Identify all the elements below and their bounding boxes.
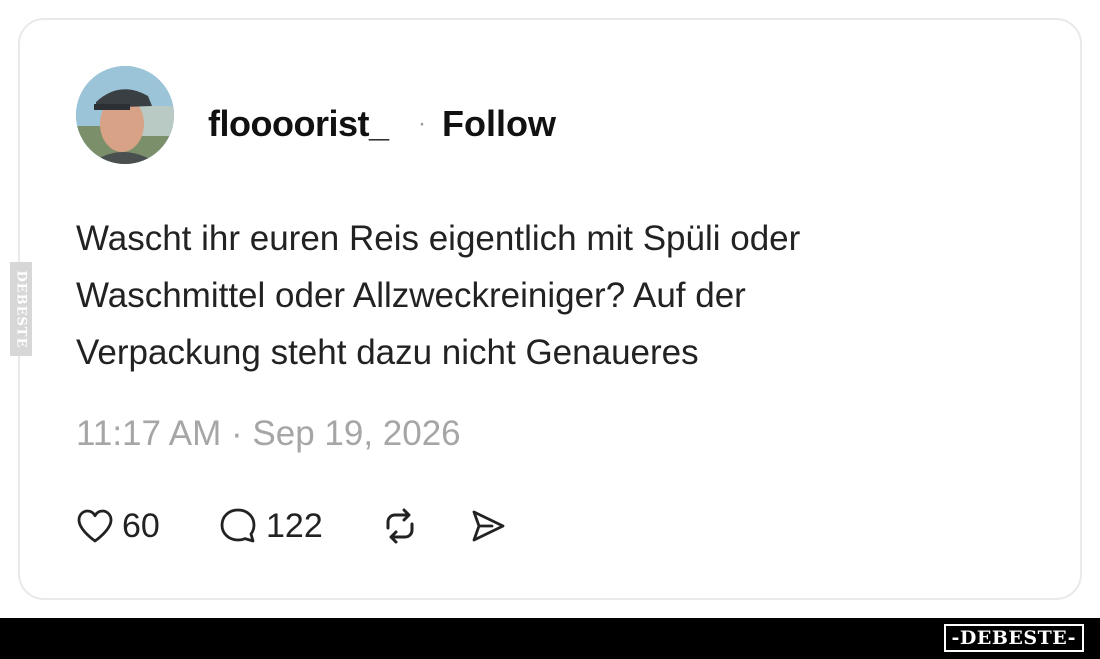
side-watermark: DEBESTE <box>10 262 32 356</box>
repost-button[interactable] <box>380 502 420 550</box>
post-text-line: Wascht ihr euren Reis eigentlich mit Spü… <box>76 219 801 258</box>
post-text: Wascht ihr euren Reis eigentlich mit Spü… <box>76 210 1036 381</box>
avatar-photo <box>76 66 174 164</box>
username[interactable]: floooorist_ <box>208 102 389 146</box>
like-button[interactable]: 60 <box>76 502 160 550</box>
reply-count: 122 <box>266 507 323 545</box>
post-timestamp: 11:17 AM · Sep 19, 2026 <box>76 414 461 453</box>
repost-icon <box>386 508 414 544</box>
post-text-line: Waschmittel oder Allzweckreiniger? Auf d… <box>76 276 746 315</box>
separator-dot: · <box>418 110 426 137</box>
footer-watermark-logo: -DEBESTE- <box>943 624 1084 652</box>
share-button[interactable] <box>468 502 508 550</box>
comment-bubble-icon <box>220 508 256 543</box>
footer-bar: -DEBESTE- <box>0 618 1100 659</box>
post-card: floooorist_ · Follow Wascht ihr euren Re… <box>18 18 1082 600</box>
heart-icon <box>77 509 113 543</box>
like-count: 60 <box>122 507 160 545</box>
side-watermark-text: DEBESTE <box>13 269 29 349</box>
reply-button[interactable]: 122 <box>218 502 323 550</box>
avatar[interactable] <box>76 66 174 164</box>
follow-button[interactable]: Follow <box>442 102 556 146</box>
post-text-line: Verpackung steht dazu nicht Genaueres <box>76 333 699 372</box>
send-icon <box>472 510 505 542</box>
